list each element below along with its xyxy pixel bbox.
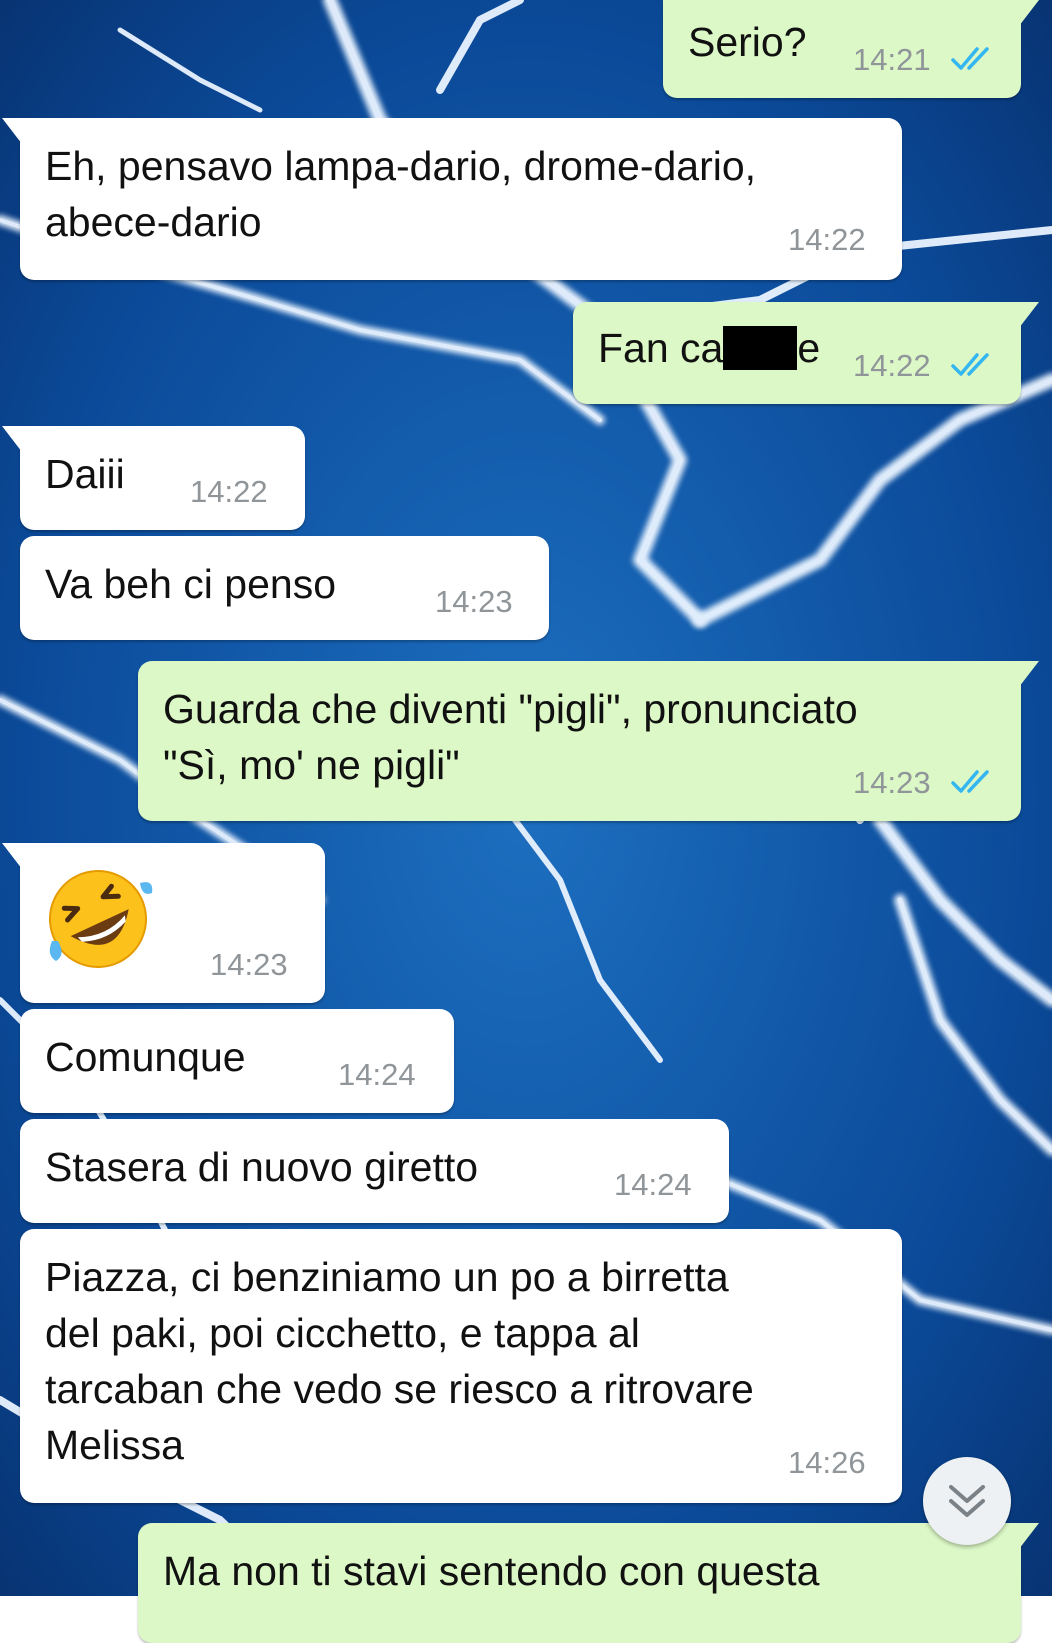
message-text: Comunque [45, 1034, 246, 1080]
message-text-line: Piazza, ci benziniamo un po a birretta [45, 1254, 729, 1300]
message-text-line: tarcaban che vedo se riesco a ritrovare [45, 1366, 754, 1412]
message-timestamp: 14:23 [435, 584, 513, 619]
message-timestamp: 14:23 [210, 947, 288, 982]
incoming-message-bubble[interactable]: Comunque 14:24 [20, 1009, 454, 1113]
message-text-line: "Sì, mo' ne pigli" [163, 742, 460, 788]
message-text: Fan ca e [598, 320, 820, 376]
message-text: Serio? [688, 19, 807, 65]
message-timestamp: 14:22 [190, 474, 268, 509]
incoming-message-bubble[interactable]: Stasera di nuovo giretto 14:24 [20, 1119, 729, 1223]
rofl-emoji-icon [49, 870, 153, 968]
incoming-message-bubble[interactable]: Va beh ci penso 14:23 [20, 536, 549, 640]
incoming-message-bubble[interactable]: Eh, pensavo lampa-dario, drome-dario, ab… [2, 118, 902, 280]
message-timestamp: 14:26 [788, 1445, 866, 1480]
message-text: Va beh ci penso [45, 561, 337, 607]
message-timestamp: 14:23 [853, 765, 931, 800]
message-text: Daiii [45, 451, 125, 497]
incoming-message-bubble[interactable]: Daiii 14:22 [2, 426, 305, 530]
double-check-icon [951, 47, 989, 70]
message-text-end: e [797, 325, 821, 371]
message-text-line: del paki, poi cicchetto, e tappa al [45, 1310, 640, 1356]
outgoing-message-bubble[interactable]: Fan ca e 14:22 [573, 302, 1039, 404]
message-text: Stasera di nuovo giretto [45, 1144, 479, 1190]
chevron-double-down-icon [949, 1485, 985, 1517]
message-text-start: Fan ca [598, 325, 724, 371]
message-text-line: Melissa [45, 1422, 184, 1468]
message-text-line: Guarda che diventi "pigli", pronunciato [163, 686, 858, 732]
message-timestamp: 14:22 [788, 222, 866, 257]
double-check-icon [951, 353, 989, 376]
message-text: Ma non ti stavi sentendo con questa [163, 1548, 820, 1594]
outgoing-message-bubble[interactable]: Ma non ti stavi sentendo con questa [138, 1523, 1039, 1643]
outgoing-message-bubble[interactable]: Guarda che diventi "pigli", pronunciato … [138, 661, 1039, 821]
message-timestamp: 14:24 [338, 1057, 416, 1092]
outgoing-message-bubble[interactable]: Serio? 14:21 [663, 0, 1039, 98]
message-timestamp: 14:21 [853, 42, 931, 77]
message-timestamp: 14:24 [614, 1167, 692, 1202]
message-text-line: Eh, pensavo lampa-dario, drome-dario, [45, 143, 757, 189]
double-check-icon [951, 770, 989, 793]
scroll-to-bottom-button[interactable] [923, 1457, 1011, 1545]
message-timestamp: 14:22 [853, 348, 931, 383]
redaction-block [723, 326, 798, 370]
incoming-message-bubble[interactable]: 14:23 [2, 843, 325, 1003]
incoming-message-bubble[interactable]: Piazza, ci benziniamo un po a birretta d… [20, 1229, 902, 1503]
message-text-line: abece-dario [45, 199, 262, 245]
